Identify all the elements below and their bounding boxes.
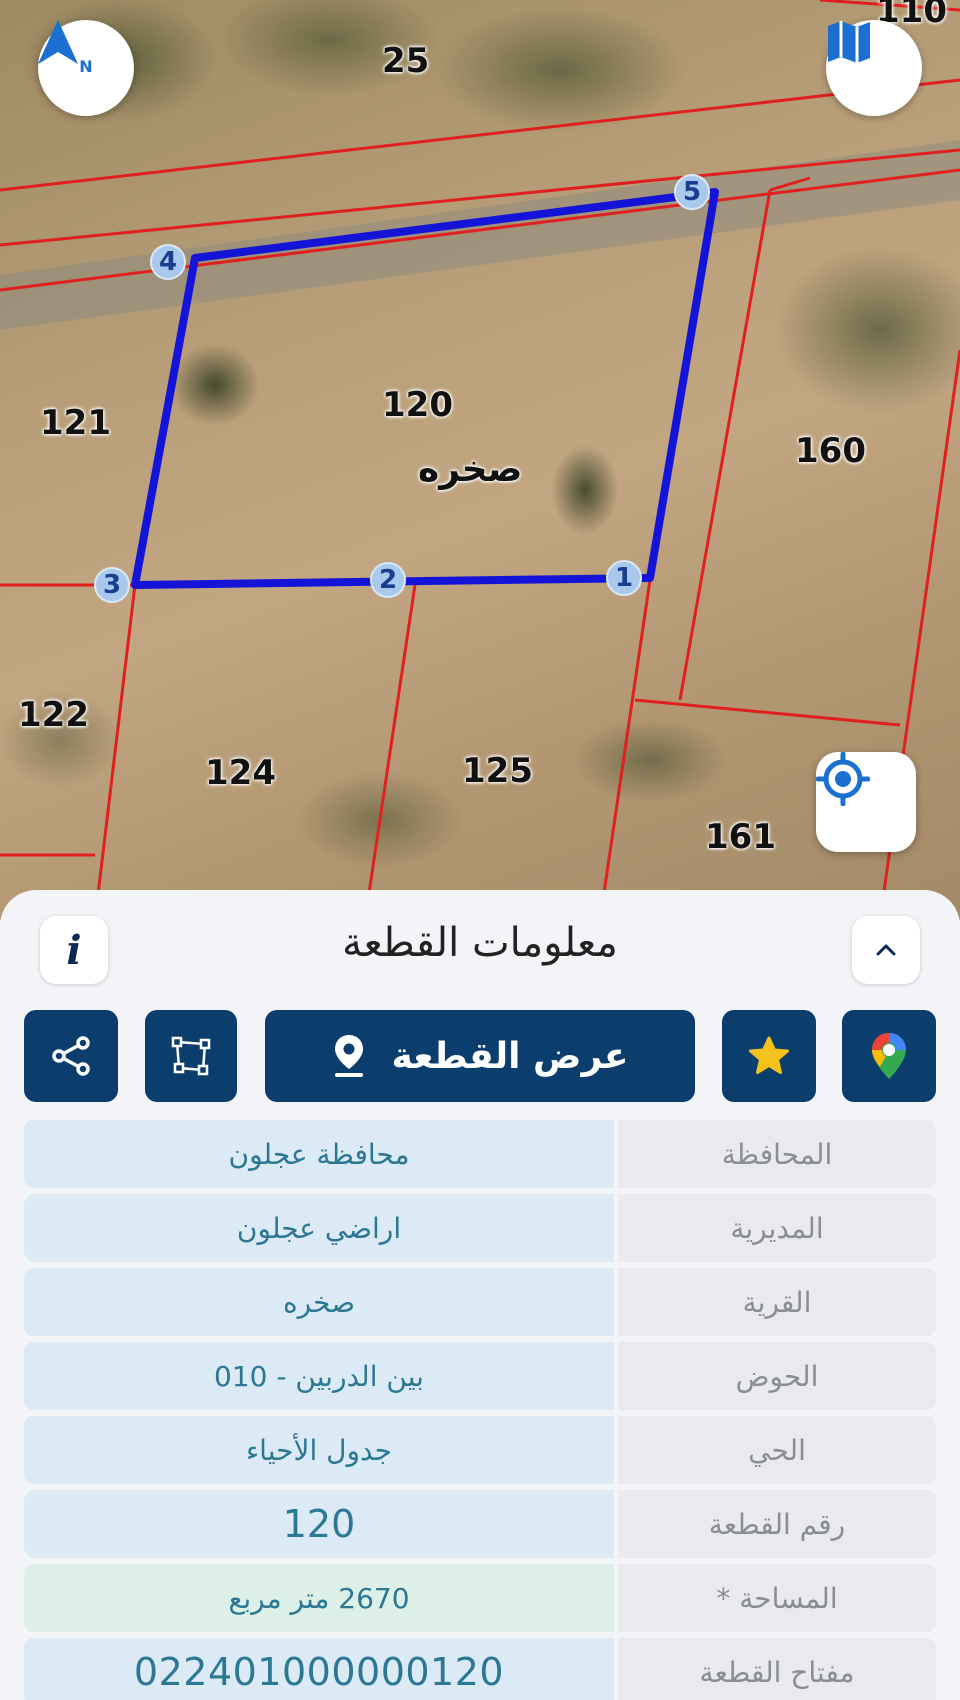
polygon-icon bbox=[171, 1036, 211, 1076]
favorite-button[interactable] bbox=[722, 1010, 816, 1102]
my-location-button[interactable] bbox=[816, 752, 916, 852]
neighborhood-value: جدول الأحياء bbox=[24, 1416, 614, 1484]
area-label: المساحة * bbox=[618, 1564, 936, 1632]
village-value: صخره bbox=[24, 1268, 614, 1336]
parcel-number-value: 120 bbox=[24, 1490, 614, 1558]
collapse-button[interactable] bbox=[852, 916, 920, 984]
parcel-key-value: 022401000000120 bbox=[24, 1638, 614, 1700]
basin-value: بين الدربين - 010 bbox=[24, 1342, 614, 1410]
share-button[interactable] bbox=[24, 1010, 118, 1102]
north-letter: N bbox=[79, 57, 93, 76]
row-governorate: محافظة عجلون المحافظة bbox=[24, 1120, 936, 1188]
village-label: صخره bbox=[418, 449, 523, 490]
parcel-label-161[interactable]: 161 bbox=[705, 820, 776, 854]
parcel-key-label: مفتاح القطعة bbox=[618, 1638, 936, 1700]
directorate-value: اراضي عجلون bbox=[24, 1194, 614, 1262]
parcel-label-121[interactable]: 121 bbox=[40, 406, 111, 440]
row-parcel-key: 022401000000120 مفتاح القطعة bbox=[24, 1638, 936, 1700]
row-neighborhood: جدول الأحياء الحي bbox=[24, 1416, 936, 1484]
map-layers-icon bbox=[828, 21, 870, 63]
row-directorate: اراضي عجلون المديرية bbox=[24, 1194, 936, 1262]
vertex-marker-3[interactable]: 3 bbox=[94, 567, 130, 603]
neighborhood-label: الحي bbox=[618, 1416, 936, 1484]
polygon-button[interactable] bbox=[145, 1010, 237, 1102]
governorate-value: محافظة عجلون bbox=[24, 1120, 614, 1188]
parcel-label-125[interactable]: 125 bbox=[462, 754, 533, 788]
vertex-marker-2[interactable]: 2 bbox=[370, 562, 406, 598]
share-icon bbox=[52, 1036, 90, 1076]
row-parcel-number: 120 رقم القطعة bbox=[24, 1490, 936, 1558]
parcel-label-124[interactable]: 124 bbox=[205, 756, 276, 790]
village-label-key: القرية bbox=[618, 1268, 936, 1336]
governorate-label: المحافظة bbox=[618, 1120, 936, 1188]
map-view[interactable]: 110 25 120 صخره 121 160 122 124 125 161 … bbox=[0, 0, 960, 920]
show-parcel-button[interactable]: عرض القطعة bbox=[265, 1010, 695, 1102]
crosshair-icon bbox=[816, 752, 870, 806]
parcel-number-label: رقم القطعة bbox=[618, 1490, 936, 1558]
row-basin: بين الدربين - 010 الحوض bbox=[24, 1342, 936, 1410]
area-value: 2670 متر مربع bbox=[24, 1564, 614, 1632]
row-area: 2670 متر مربع المساحة * bbox=[24, 1564, 936, 1632]
show-parcel-label: عرض القطعة bbox=[391, 1035, 629, 1077]
parcel-label-25[interactable]: 25 bbox=[382, 44, 429, 78]
parcel-details-list: محافظة عجلون المحافظة اراضي عجلون المدير… bbox=[24, 1120, 936, 1700]
row-village: صخره القرية bbox=[24, 1268, 936, 1336]
vertex-marker-5[interactable]: 5 bbox=[674, 174, 710, 210]
map-layers-button[interactable] bbox=[826, 20, 922, 116]
google-maps-button[interactable] bbox=[842, 1010, 936, 1102]
compass-button[interactable]: N bbox=[38, 20, 134, 116]
location-pin-icon bbox=[334, 1035, 363, 1077]
vertex-marker-1[interactable]: 1 bbox=[606, 560, 642, 596]
north-arrow-icon bbox=[38, 20, 78, 64]
info-icon: i bbox=[66, 926, 82, 974]
parcel-label-120[interactable]: 120 bbox=[382, 388, 453, 422]
parcel-label-160[interactable]: 160 bbox=[795, 434, 866, 468]
basin-label: الحوض bbox=[618, 1342, 936, 1410]
vertex-marker-4[interactable]: 4 bbox=[150, 244, 186, 280]
star-icon bbox=[749, 1036, 789, 1074]
google-maps-icon bbox=[872, 1033, 906, 1079]
panel-header: i معلومات القطعة bbox=[0, 890, 960, 1010]
parcel-label-122[interactable]: 122 bbox=[18, 698, 89, 732]
parcel-info-panel: i معلومات القطعة عرض القطعة محافظة عجلون… bbox=[0, 890, 960, 1700]
chevron-up-icon bbox=[876, 944, 896, 956]
action-bar: عرض القطعة bbox=[0, 1010, 960, 1102]
directorate-label: المديرية bbox=[618, 1194, 936, 1262]
panel-title: معلومات القطعة bbox=[342, 920, 618, 966]
info-button[interactable]: i bbox=[40, 916, 108, 984]
